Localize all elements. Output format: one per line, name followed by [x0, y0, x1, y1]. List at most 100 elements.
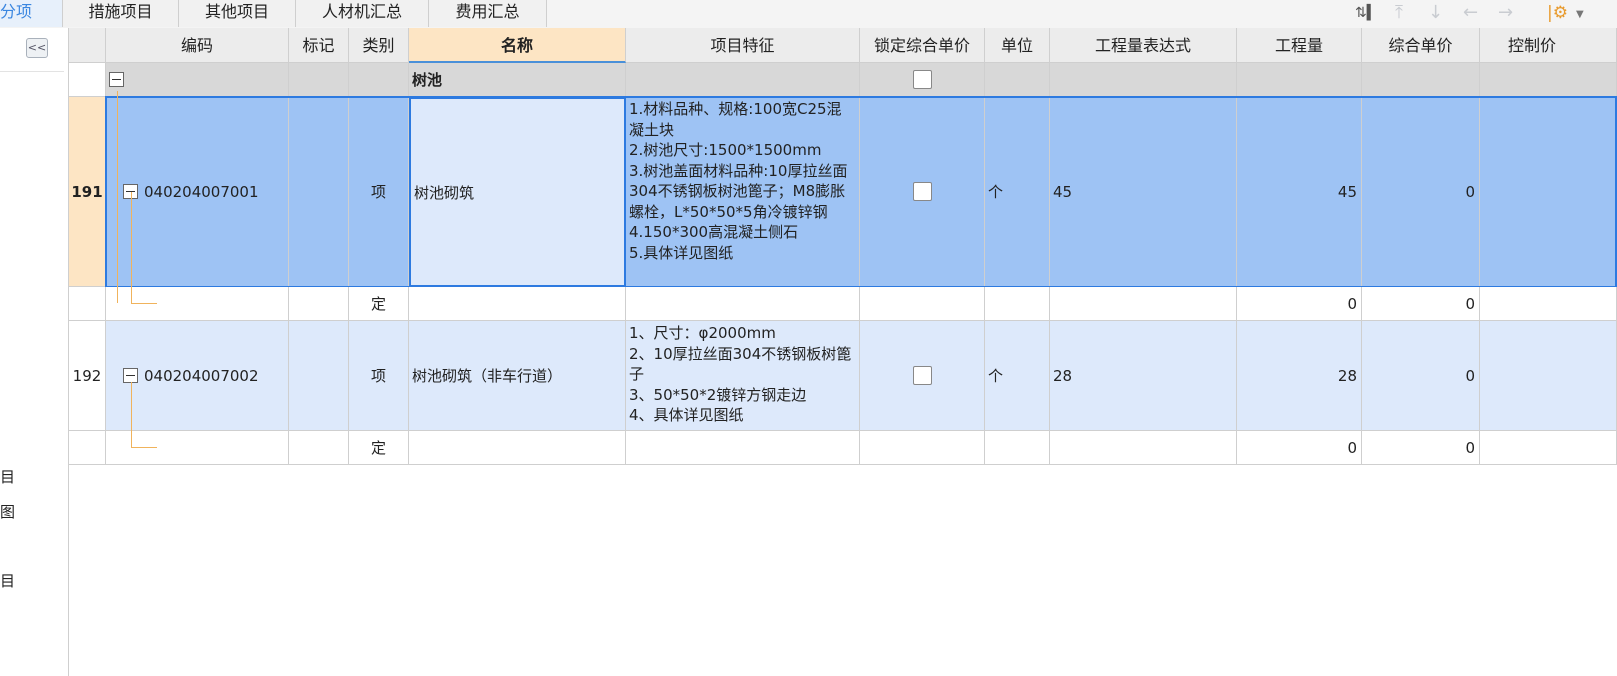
- left-navigation-panel: << 目 图 目: [0, 28, 69, 676]
- tab-qita-xiangmu[interactable]: 其他项目: [179, 0, 296, 27]
- code-cell[interactable]: [106, 431, 289, 465]
- header-qty[interactable]: 工程量: [1237, 28, 1362, 63]
- code-cell[interactable]: [106, 63, 289, 97]
- feature-cell[interactable]: 1.材料品种、规格:100宽C25混凝土块 2.树池尺寸:1500*1500mm…: [626, 97, 860, 287]
- category-cell[interactable]: 定: [349, 431, 409, 465]
- tab-feiyong-huizong[interactable]: 费用汇总: [429, 0, 547, 27]
- control-price-cell[interactable]: [1480, 63, 1617, 97]
- unit-price-cell[interactable]: 0: [1362, 321, 1480, 431]
- row-number[interactable]: [69, 431, 106, 465]
- tab-rencaiji-huizong[interactable]: 人材机汇总: [296, 0, 429, 27]
- mark-cell[interactable]: [289, 431, 349, 465]
- code-cell[interactable]: 040204007002: [106, 321, 289, 431]
- row-number[interactable]: [69, 63, 106, 97]
- table-row-sub[interactable]: 定 0 0: [69, 287, 1617, 321]
- lock-price-cell[interactable]: [860, 287, 985, 321]
- tab-fenbu-fenxiang[interactable]: 分部分项: [0, 0, 63, 27]
- row-number[interactable]: [69, 287, 106, 321]
- qty-expr-cell[interactable]: [1050, 287, 1237, 321]
- header-mark[interactable]: 标记: [289, 28, 349, 63]
- lock-price-cell[interactable]: [860, 431, 985, 465]
- divider: [0, 71, 64, 72]
- header-feature[interactable]: 项目特征: [626, 28, 860, 63]
- unit-price-cell[interactable]: 0: [1362, 287, 1480, 321]
- collapse-toggle-icon[interactable]: [109, 72, 124, 87]
- table-row-group[interactable]: 树池: [69, 63, 1617, 97]
- name-cell[interactable]: 树池砌筑: [409, 97, 626, 287]
- code-cell[interactable]: 040204007001: [106, 97, 289, 287]
- feature-cell[interactable]: 1、尺寸：φ2000mm 2、10厚拉丝面304不锈钢板树篦子 3、50*50*…: [626, 321, 860, 431]
- unit-price-cell[interactable]: [1362, 63, 1480, 97]
- lock-price-cell: [860, 321, 985, 431]
- header-lock-price[interactable]: 锁定综合单价: [860, 28, 985, 63]
- header-control-price[interactable]: 控制价: [1480, 28, 1617, 63]
- collapse-panel-button[interactable]: <<: [26, 38, 48, 58]
- feature-cell[interactable]: [626, 431, 860, 465]
- header-qty-expr[interactable]: 工程量表达式: [1050, 28, 1237, 63]
- header-unit[interactable]: 单位: [985, 28, 1050, 63]
- unit-cell[interactable]: 个: [985, 321, 1050, 431]
- qty-cell[interactable]: 0: [1237, 431, 1362, 465]
- lock-price-checkbox[interactable]: [912, 182, 932, 201]
- category-cell[interactable]: [349, 63, 409, 97]
- header-rownum[interactable]: [69, 28, 106, 63]
- row-number[interactable]: 191: [69, 97, 106, 287]
- unit-price-cell[interactable]: 0: [1362, 97, 1480, 287]
- unit-cell[interactable]: 个: [985, 97, 1050, 287]
- table-row-sub[interactable]: 定 0 0: [69, 431, 1617, 465]
- mark-cell[interactable]: [289, 63, 349, 97]
- qty-cell[interactable]: [1237, 63, 1362, 97]
- move-down-icon[interactable]: ↓: [1428, 2, 1443, 23]
- qty-expr-cell[interactable]: 28: [1050, 321, 1237, 431]
- table-row-selected[interactable]: 191 040204007001 项 树池砌筑 1.材料品种、规格:100宽C2…: [69, 97, 1617, 287]
- side-nav-item[interactable]: 图: [0, 501, 15, 522]
- control-price-cell[interactable]: [1480, 97, 1617, 287]
- code-cell[interactable]: [106, 287, 289, 321]
- qty-expr-cell[interactable]: 45: [1050, 97, 1237, 287]
- lock-price-checkbox[interactable]: [912, 70, 932, 89]
- unit-cell[interactable]: [985, 287, 1050, 321]
- collapse-toggle-icon[interactable]: [123, 368, 138, 383]
- name-cell[interactable]: [409, 431, 626, 465]
- qty-expr-cell[interactable]: [1050, 63, 1237, 97]
- tab-cuoshi-xiangmu[interactable]: 措施项目: [63, 0, 179, 27]
- lock-price-checkbox[interactable]: [912, 366, 932, 385]
- name-cell[interactable]: [409, 287, 626, 321]
- move-up-top-icon[interactable]: ⤒: [1395, 2, 1403, 23]
- mark-cell[interactable]: [289, 97, 349, 287]
- header-code[interactable]: 编码: [106, 28, 289, 63]
- column-settings-icon[interactable]: ⇅▍: [1355, 5, 1378, 21]
- category-cell[interactable]: 项: [349, 97, 409, 287]
- control-price-cell[interactable]: [1480, 287, 1617, 321]
- header-name[interactable]: 名称: [409, 28, 626, 63]
- mark-cell[interactable]: [289, 287, 349, 321]
- unit-cell[interactable]: [985, 63, 1050, 97]
- qty-cell[interactable]: 45: [1237, 97, 1362, 287]
- feature-cell[interactable]: [626, 287, 860, 321]
- move-left-icon[interactable]: ←: [1463, 2, 1478, 23]
- unit-cell[interactable]: [985, 431, 1050, 465]
- category-cell[interactable]: 定: [349, 287, 409, 321]
- settings-gear-icon[interactable]: |⚙: [1547, 3, 1568, 23]
- row-number[interactable]: 192: [69, 321, 106, 431]
- mark-cell[interactable]: [289, 321, 349, 431]
- category-cell[interactable]: 项: [349, 321, 409, 431]
- dropdown-caret-icon[interactable]: ▼: [1576, 9, 1584, 20]
- code-text: 040204007001: [144, 182, 259, 201]
- side-nav-item[interactable]: 目: [0, 570, 15, 591]
- header-category[interactable]: 类别: [349, 28, 409, 63]
- header-unit-price[interactable]: 综合单价: [1362, 28, 1480, 63]
- control-price-cell[interactable]: [1480, 431, 1617, 465]
- qty-expr-cell[interactable]: [1050, 431, 1237, 465]
- unit-price-cell[interactable]: 0: [1362, 431, 1480, 465]
- code-text: 040204007002: [144, 366, 259, 385]
- move-right-icon[interactable]: →: [1498, 2, 1513, 23]
- side-nav-item[interactable]: 目: [0, 466, 15, 487]
- table-row[interactable]: 192 040204007002 项 树池砌筑（非车行道） 1、尺寸：φ2000…: [69, 321, 1617, 431]
- name-cell[interactable]: 树池砌筑（非车行道）: [409, 321, 626, 431]
- feature-cell[interactable]: [626, 63, 860, 97]
- qty-cell[interactable]: 28: [1237, 321, 1362, 431]
- name-cell[interactable]: 树池: [409, 63, 626, 97]
- qty-cell[interactable]: 0: [1237, 287, 1362, 321]
- control-price-cell[interactable]: [1480, 321, 1617, 431]
